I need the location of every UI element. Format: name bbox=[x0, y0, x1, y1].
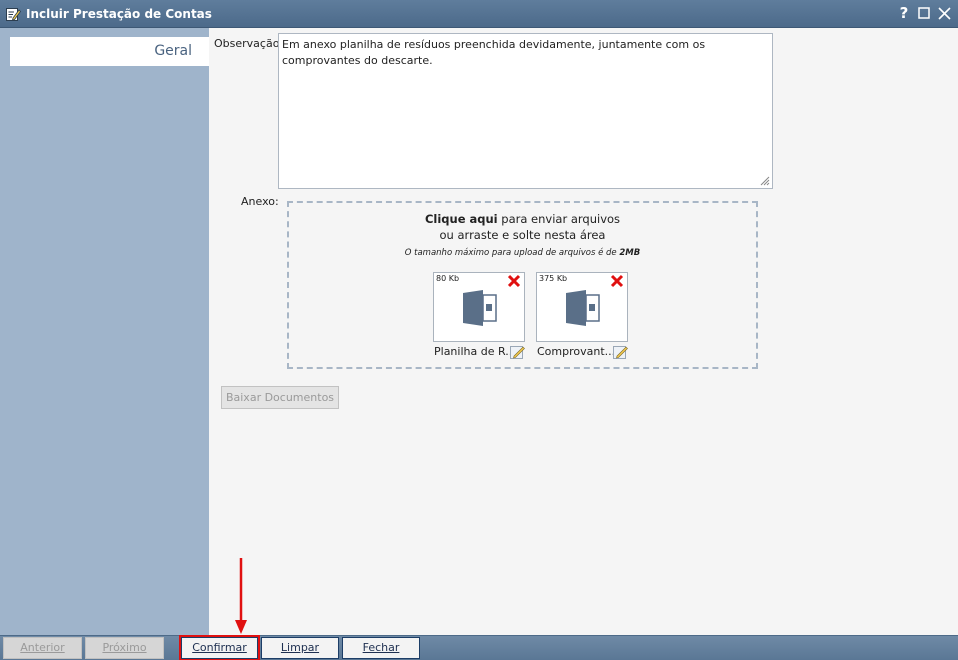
file-item[interactable]: 375 Kb Comprovant... bbox=[536, 272, 628, 361]
anterior-button[interactable]: Anterior bbox=[3, 637, 82, 659]
fechar-button[interactable]: Fechar bbox=[342, 637, 420, 659]
document-icon bbox=[463, 290, 497, 326]
window-title: Incluir Prestação de Contas bbox=[26, 6, 212, 21]
file-name: Comprovant... bbox=[537, 345, 613, 358]
edit-form-icon bbox=[4, 5, 22, 23]
close-icon bbox=[937, 6, 951, 20]
download-documents-button[interactable]: Baixar Documentos bbox=[221, 386, 339, 409]
form-content: Observação: Em anexo planilha de resíduo… bbox=[209, 28, 958, 635]
observacao-value: Em anexo planilha de resíduos preenchida… bbox=[282, 38, 706, 67]
footer-toolbar: Anterior Próximo Confirmar Limpar Fechar bbox=[0, 635, 958, 660]
delete-file-icon[interactable] bbox=[507, 274, 521, 288]
dropzone-click-link[interactable]: Clique aqui bbox=[425, 212, 498, 226]
file-dropzone[interactable]: Clique aqui para enviar arquivos ou arra… bbox=[287, 201, 758, 369]
sidebar: Geral bbox=[0, 28, 210, 635]
attached-files: 80 Kb Planilha de R... 375 Kb Comprovant… bbox=[433, 272, 628, 361]
maximize-icon bbox=[918, 7, 930, 19]
delete-file-icon[interactable] bbox=[610, 274, 624, 288]
dropzone-drag-text: ou arraste e solte nesta área bbox=[439, 228, 606, 242]
edit-file-icon[interactable] bbox=[613, 344, 628, 359]
document-icon bbox=[566, 290, 600, 326]
help-button[interactable]: ? bbox=[896, 4, 912, 22]
observacao-textarea[interactable]: Em anexo planilha de resíduos preenchida… bbox=[278, 33, 773, 189]
maximize-button[interactable] bbox=[916, 4, 932, 22]
file-size: 375 Kb bbox=[539, 274, 568, 283]
annotation-arrow-icon bbox=[235, 558, 247, 634]
file-item[interactable]: 80 Kb Planilha de R... bbox=[433, 272, 525, 361]
window-titlebar: Incluir Prestação de Contas ? bbox=[0, 0, 958, 28]
confirmar-button[interactable]: Confirmar bbox=[179, 635, 260, 660]
file-thumbnail[interactable]: 375 Kb bbox=[536, 272, 628, 342]
dropzone-instruction: Clique aqui para enviar arquivos bbox=[424, 212, 621, 226]
dropzone-size-note: O tamanho máximo para upload de arquivos… bbox=[404, 248, 641, 258]
file-name: Planilha de R... bbox=[434, 345, 510, 358]
tab-geral[interactable]: Geral bbox=[10, 37, 210, 66]
observacao-label: Observação: bbox=[214, 37, 284, 50]
edit-file-icon[interactable] bbox=[510, 344, 525, 359]
file-size: 80 Kb bbox=[436, 274, 460, 283]
file-thumbnail[interactable]: 80 Kb bbox=[433, 272, 525, 342]
proximo-button[interactable]: Próximo bbox=[85, 637, 164, 659]
anexo-label: Anexo: bbox=[241, 195, 279, 208]
close-button[interactable] bbox=[936, 4, 952, 22]
limpar-button[interactable]: Limpar bbox=[261, 637, 339, 659]
resize-grip-icon[interactable] bbox=[758, 174, 770, 186]
